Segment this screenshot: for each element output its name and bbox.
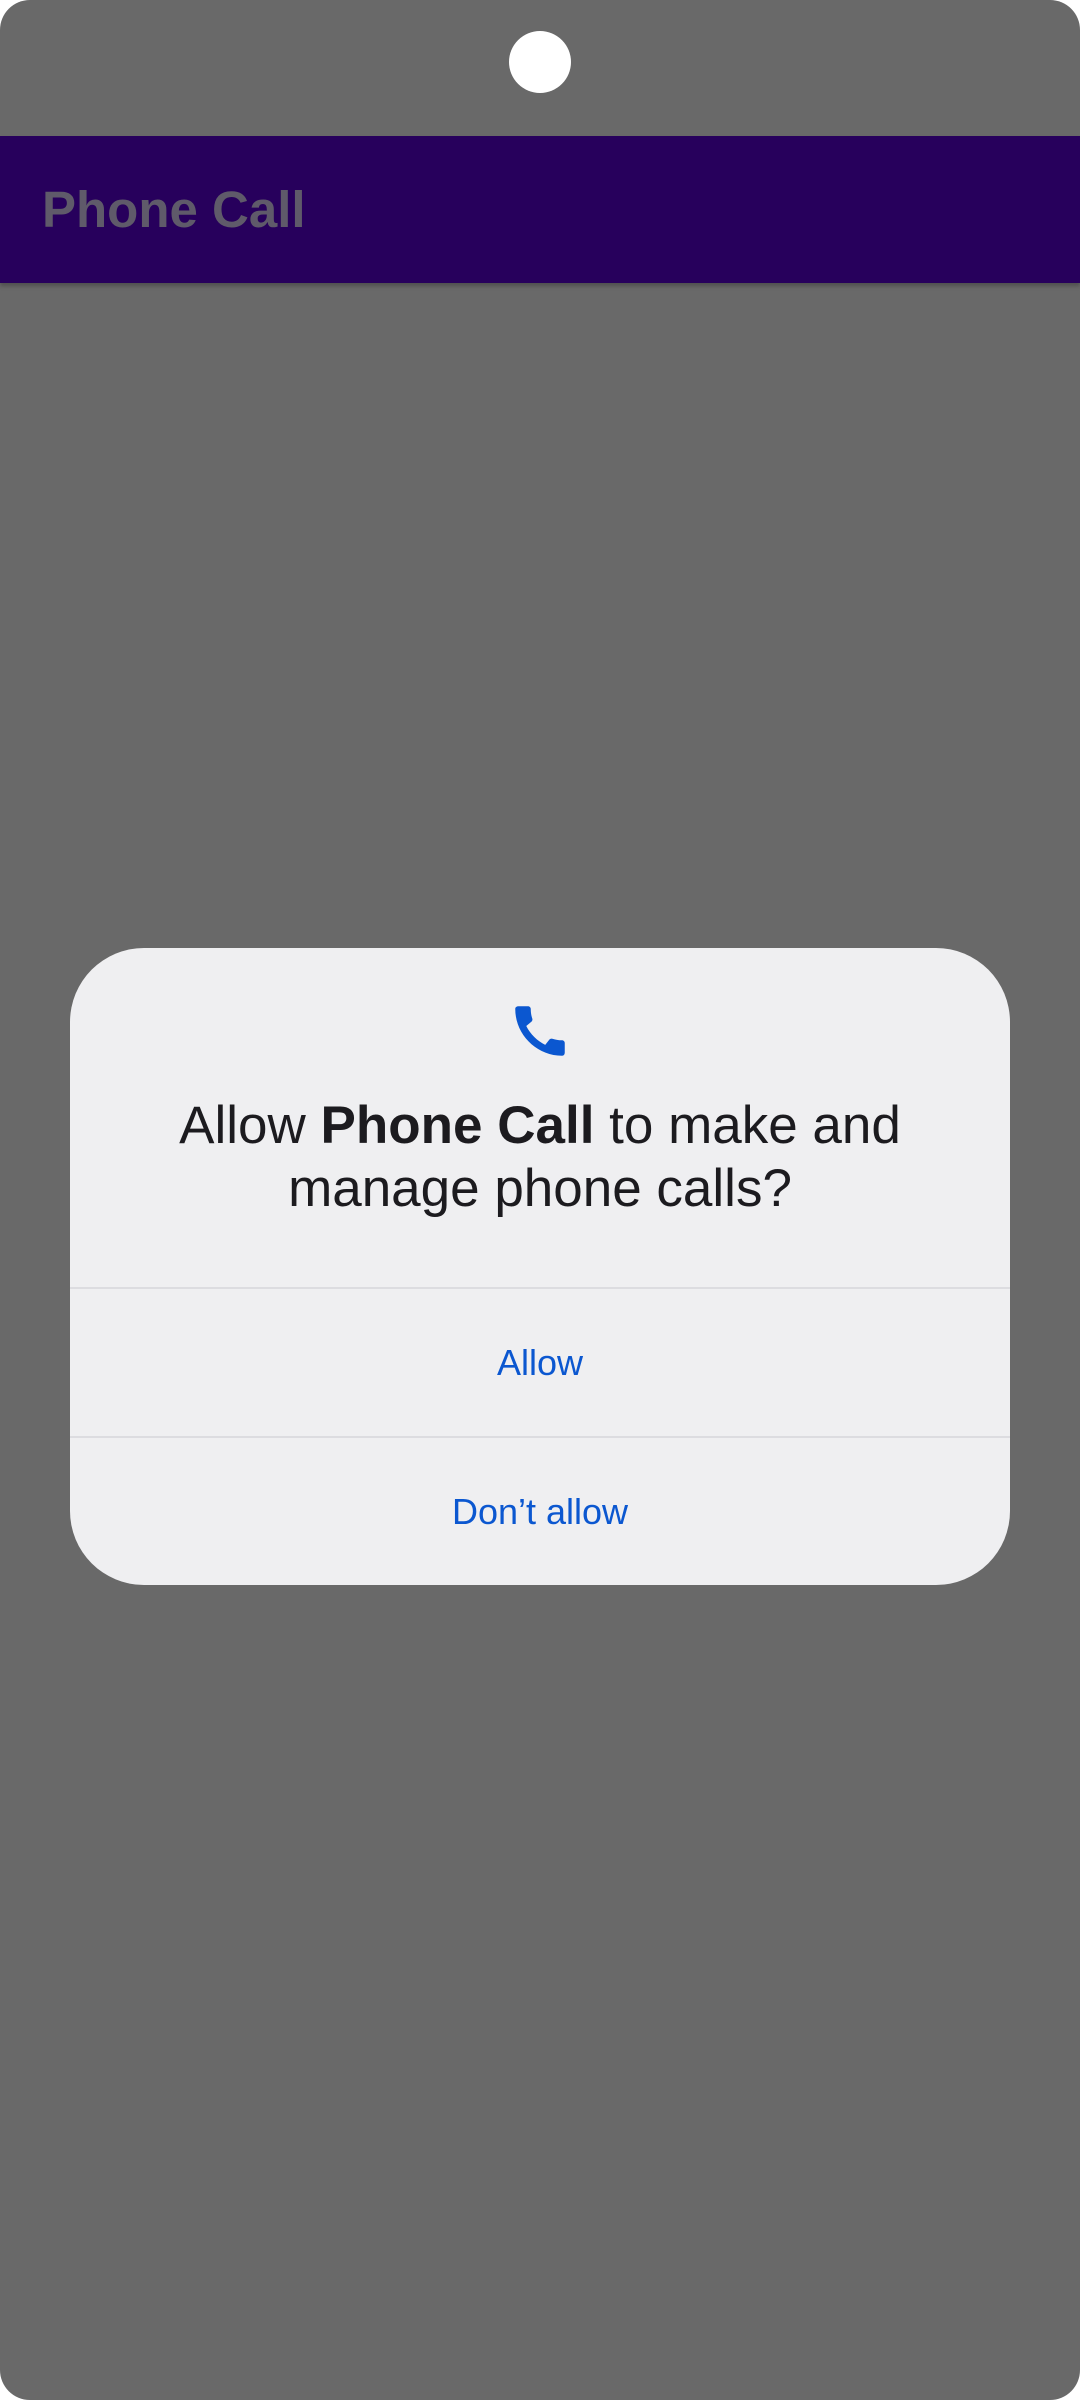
permission-dialog: Allow Phone Call to make and manage phon… bbox=[70, 948, 1010, 1585]
dont-allow-button[interactable]: Don’t allow bbox=[70, 1438, 1010, 1585]
message-app-name: Phone Call bbox=[320, 1096, 595, 1155]
app-title: Phone Call bbox=[42, 181, 306, 238]
message-prefix: Allow bbox=[179, 1096, 321, 1155]
front-camera-cutout bbox=[509, 31, 571, 93]
permission-message: Allow Phone Call to make and manage phon… bbox=[100, 1094, 980, 1220]
phone-icon bbox=[507, 998, 573, 1064]
phone-screen: Phone Call Allow Phone Call to make and … bbox=[0, 0, 1080, 2400]
allow-button[interactable]: Allow bbox=[70, 1289, 1010, 1436]
app-bar: Phone Call bbox=[0, 136, 1080, 283]
